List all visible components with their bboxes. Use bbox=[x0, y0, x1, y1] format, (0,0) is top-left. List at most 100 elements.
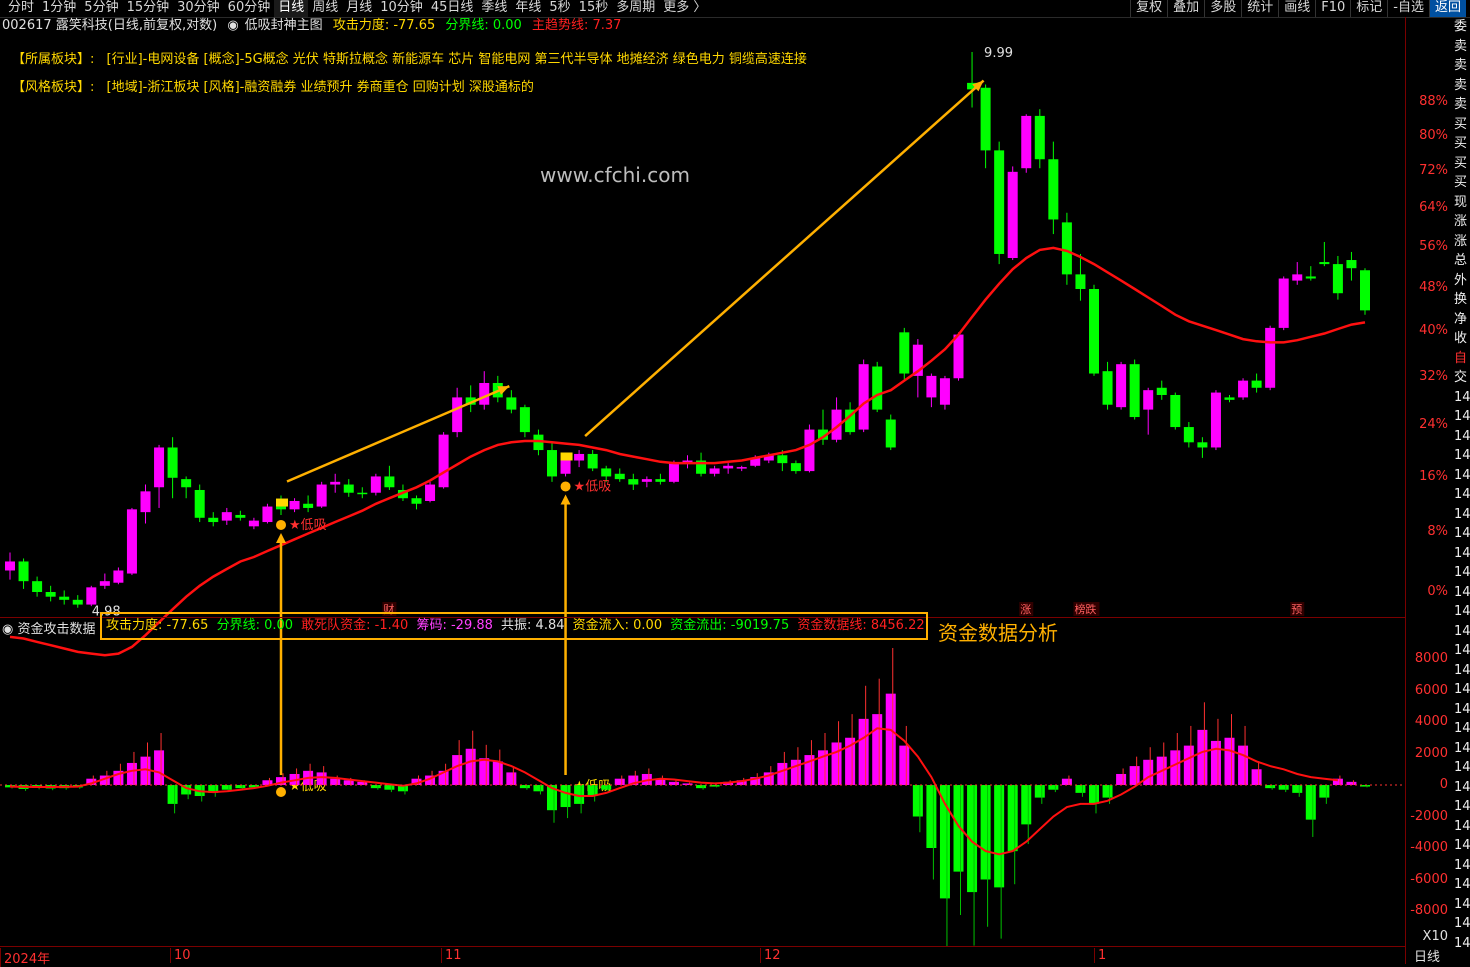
arrow-head bbox=[276, 532, 286, 543]
quote-side-strip[interactable]: 委卖卖卖卖买买买买现涨涨总外换净收自交 14 14 14 14 14 14 14 14 14 14 1… bbox=[1454, 17, 1470, 964]
quote-label: 14 bbox=[1454, 896, 1470, 912]
candle-body bbox=[709, 468, 720, 474]
fund-bar bbox=[1278, 785, 1289, 790]
money-bag-icon bbox=[560, 481, 571, 492]
fund-bar bbox=[1129, 766, 1140, 785]
candle-body bbox=[194, 489, 205, 518]
fund-line bbox=[9, 727, 1339, 856]
fund-bar bbox=[980, 785, 991, 880]
candle-body bbox=[126, 509, 137, 574]
candle-body bbox=[668, 463, 679, 482]
fund-bar bbox=[1021, 785, 1032, 825]
candle-body bbox=[777, 455, 788, 464]
pct-tick: 56% bbox=[1419, 239, 1448, 255]
quote-label: 14 bbox=[1454, 877, 1470, 892]
candle-body bbox=[452, 397, 463, 433]
fund-bar bbox=[601, 785, 612, 790]
fund-bar bbox=[790, 759, 801, 785]
quote-label: 14 bbox=[1454, 701, 1470, 717]
kline-chart[interactable]: ★低吸★低吸★低吸★低吸9.994.98财涨榜跌预 bbox=[0, 0, 1405, 946]
event-marker: 榜跌 bbox=[1074, 602, 1096, 616]
candle-body bbox=[32, 581, 43, 592]
quote-label: 换 bbox=[1454, 292, 1468, 307]
fund-bar bbox=[1251, 769, 1262, 785]
candle-body bbox=[221, 512, 232, 521]
pct-tick: 0% bbox=[1427, 584, 1448, 599]
quote-label: 买 bbox=[1454, 136, 1468, 151]
sub-tick: 6000 bbox=[1414, 682, 1448, 698]
fund-bar bbox=[343, 780, 354, 785]
candle-body bbox=[1129, 364, 1140, 418]
dropdown-circle-icon[interactable]: ◉ bbox=[2, 622, 13, 637]
candle-body bbox=[601, 468, 612, 477]
quote-label: 14 bbox=[1454, 779, 1470, 795]
candle-body bbox=[384, 476, 395, 488]
quote-label: 卖 bbox=[1454, 77, 1468, 93]
candle-body bbox=[1319, 262, 1330, 265]
quote-label: 14 bbox=[1454, 487, 1470, 502]
quote-label: 14 bbox=[1454, 506, 1470, 522]
candle-body bbox=[1265, 327, 1276, 388]
candle-body bbox=[425, 484, 436, 501]
candle-body bbox=[330, 481, 341, 485]
fund-bar bbox=[330, 778, 341, 785]
fund-bar bbox=[479, 758, 490, 785]
fund-bar bbox=[1305, 785, 1316, 820]
quote-label: 14 bbox=[1454, 662, 1470, 678]
candle-body bbox=[289, 500, 300, 510]
quote-label: 14 bbox=[1454, 448, 1470, 463]
outflow: 资金流出: -9019.75 bbox=[670, 618, 790, 633]
quote-label: 14 bbox=[1454, 389, 1470, 405]
quote-label: 14 bbox=[1454, 838, 1470, 853]
candle-body bbox=[519, 407, 530, 433]
candle-body bbox=[303, 503, 314, 508]
quote-label: 14 bbox=[1454, 526, 1470, 541]
date-tick: 10 bbox=[170, 948, 191, 963]
fund-bar bbox=[1224, 737, 1235, 785]
quote-label: 收 bbox=[1454, 331, 1468, 346]
quote-label: 交 bbox=[1454, 370, 1468, 385]
candle-body bbox=[59, 596, 70, 600]
candle-body bbox=[804, 429, 815, 472]
pct-tick: 80% bbox=[1419, 128, 1448, 144]
trend-arrow bbox=[286, 385, 510, 483]
candle-body bbox=[872, 366, 883, 410]
candle-body bbox=[655, 479, 666, 482]
fund-bar bbox=[885, 693, 896, 785]
fund-bar bbox=[167, 785, 178, 804]
candle-body bbox=[438, 434, 449, 488]
candle-body bbox=[276, 506, 286, 510]
fund-bar bbox=[1075, 785, 1086, 793]
candle-body bbox=[1346, 260, 1357, 269]
fund-bar bbox=[1183, 745, 1194, 785]
candle-body bbox=[885, 419, 896, 448]
quote-label: 委 bbox=[1454, 19, 1468, 34]
menu-button[interactable]: 返回 bbox=[1428, 0, 1466, 17]
fund-bar bbox=[316, 772, 327, 785]
candle-body bbox=[411, 498, 422, 504]
candle-body bbox=[547, 450, 557, 477]
pct-tick: 88% bbox=[1419, 94, 1448, 110]
candle-body bbox=[641, 479, 652, 482]
fund-bar bbox=[1170, 750, 1181, 785]
date-tick: 1 bbox=[1094, 948, 1106, 963]
fund-bar bbox=[899, 745, 910, 785]
quote-label: 14 bbox=[1454, 818, 1470, 834]
quote-label: 14 bbox=[1454, 760, 1470, 775]
candle-body bbox=[167, 447, 178, 478]
fund-bar bbox=[1197, 729, 1208, 785]
candle-body bbox=[1007, 171, 1018, 259]
period-label: 日线 bbox=[1414, 950, 1441, 965]
quote-label: 14 bbox=[1454, 721, 1470, 736]
sub-indicator-name[interactable]: ◉ 资金攻击数据 bbox=[2, 618, 96, 637]
candle-body bbox=[1224, 397, 1235, 400]
fund-bar bbox=[465, 748, 476, 785]
money-bag-icon bbox=[276, 787, 286, 797]
candle-body bbox=[1102, 371, 1113, 405]
dare-fund: 敢死队资金: -1.40 bbox=[301, 618, 409, 633]
candle-body bbox=[208, 517, 219, 523]
candle-body bbox=[99, 581, 110, 586]
high-price-label: 9.99 bbox=[984, 46, 1013, 61]
candle-body bbox=[479, 382, 490, 405]
candle-body bbox=[1061, 222, 1072, 275]
